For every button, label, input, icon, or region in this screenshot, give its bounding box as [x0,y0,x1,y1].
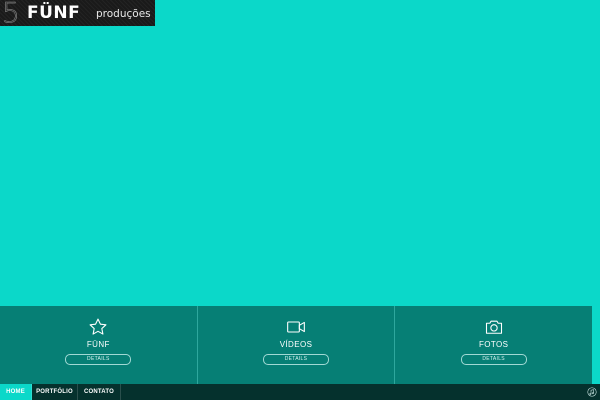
feature-fotos: FOTOS DETAILS [395,306,592,384]
feature-title: FOTOS [478,340,509,349]
feature-panels: FÜNF DETAILS VÍDEOS DETAILS FOTOS DETAIL… [0,306,592,384]
logo-mark: 5 [2,0,20,29]
details-button[interactable]: DETAILS [65,354,132,365]
logo-subtitle: produções [96,8,151,20]
nav-portfolio[interactable]: PORTFÓLIO [32,384,78,400]
details-button[interactable]: DETAILS [460,354,527,365]
nav-contato[interactable]: CONTATO [78,384,121,400]
music-icon[interactable] [587,387,597,397]
star-icon [89,318,107,335]
feature-title: FÜNF [86,340,110,349]
feature-title: VÍDEOS [279,340,313,349]
logo-name: FÜNF [27,3,81,23]
feature-funf: FÜNF DETAILS [0,306,198,384]
logo[interactable]: 5 FÜNF produções [0,0,155,29]
video-camera-icon [287,321,305,333]
feature-videos: VÍDEOS DETAILS [198,306,396,384]
bottom-nav: HOME PORTFÓLIO CONTATO [0,384,600,400]
details-button[interactable]: DETAILS [263,354,329,365]
nav-home[interactable]: HOME [0,384,32,400]
photo-camera-icon [485,320,502,334]
